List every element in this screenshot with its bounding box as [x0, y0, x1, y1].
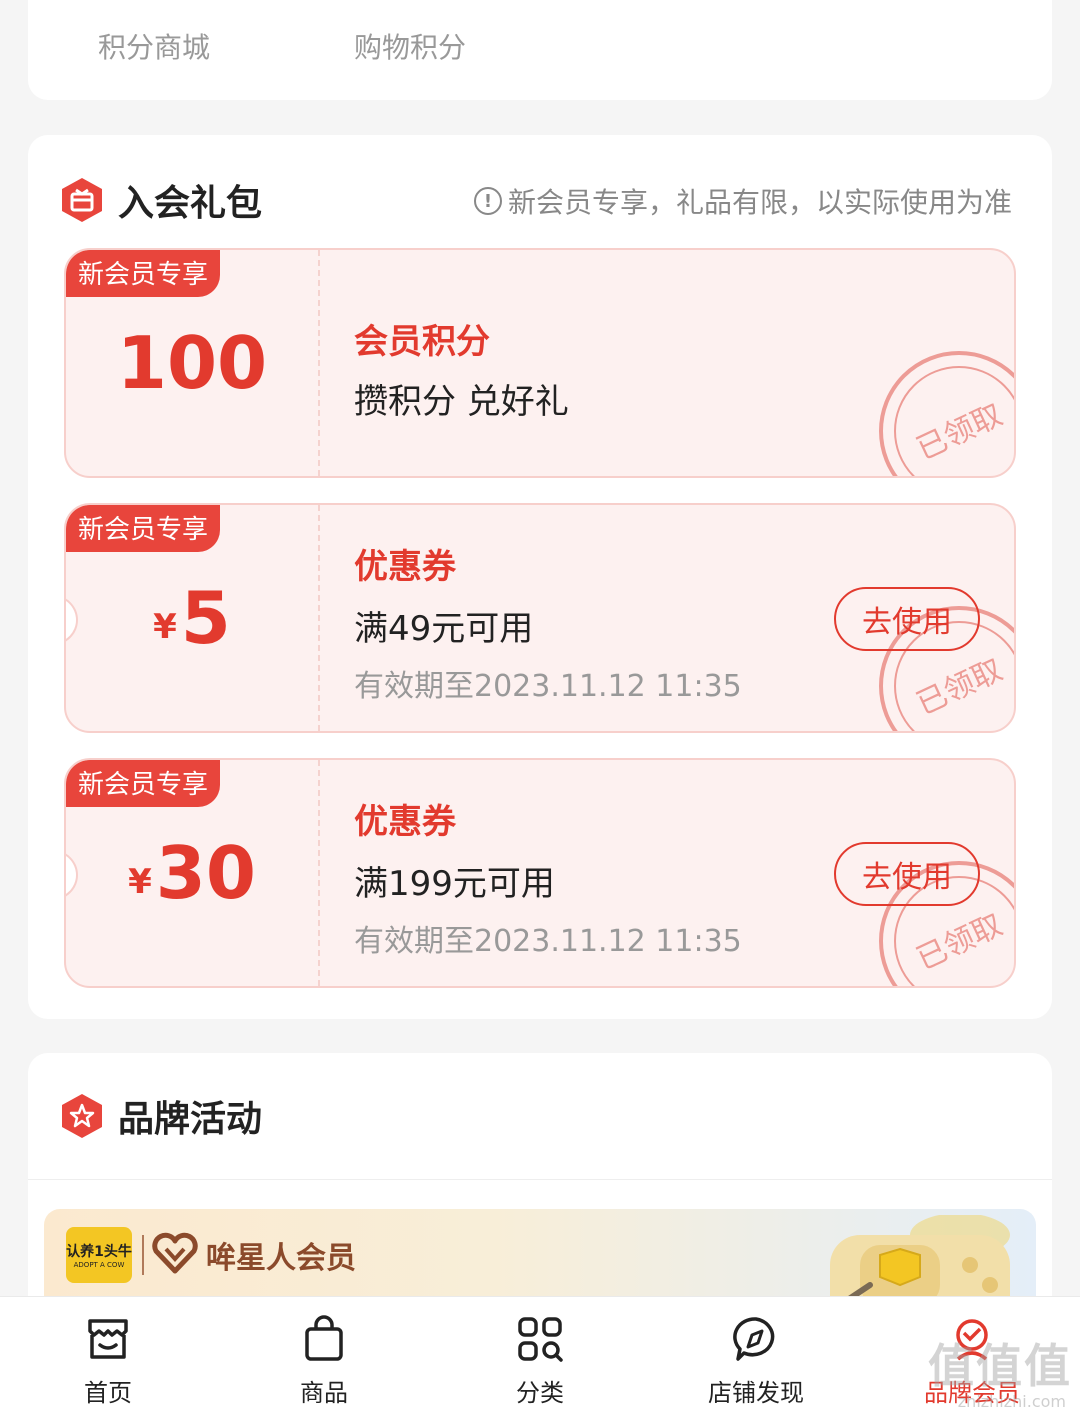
tab-label: 首页	[84, 1379, 132, 1407]
coupon-points: 新会员专享 100 会员积分 攒积分 兑好礼 已领取	[64, 248, 1016, 478]
divider	[28, 1179, 1052, 1180]
use-coupon-button[interactable]: 去使用	[834, 587, 980, 651]
watermark-url: zhizhizhi.com	[957, 1392, 1066, 1411]
join-gift-card: 入会礼包 ! 新会员专享，礼品有限，以实际使用为准 新会员专享 100 会员积分…	[28, 135, 1052, 1019]
coupon-5: 新会员专享 ¥ 5 优惠券 满49元可用 有效期至2023.11.12 11:3…	[64, 503, 1016, 733]
tab-category[interactable]: 分类	[432, 1297, 648, 1416]
bottom-tab-bar: 首页 商品 分类 店铺发现 品牌会员	[0, 1296, 1080, 1416]
banner-title: 哞星人会员	[206, 1241, 356, 1276]
coupon-amount-value: 5	[180, 576, 231, 660]
grid-icon	[518, 1317, 563, 1362]
heart-icon	[152, 1232, 198, 1274]
tab-label: 商品	[300, 1379, 348, 1407]
stamp-text: 已领取	[911, 652, 1007, 722]
tab-products[interactable]: 商品	[216, 1297, 432, 1416]
points-mall-link[interactable]: 积分商城	[98, 26, 210, 66]
brand-section-title: 品牌活动	[118, 1099, 263, 1140]
gift-note: ! 新会员专享，礼品有限，以实际使用为准	[473, 181, 1012, 221]
coupon-desc: 满49元可用	[354, 609, 534, 649]
coupon-expiry: 有效期至2023.11.12 11:35	[354, 924, 742, 959]
stamp-text: 已领取	[911, 907, 1007, 977]
coupon-30: 新会员专享 ¥ 30 优惠券 满199元可用 有效期至2023.11.12 11…	[64, 758, 1016, 988]
banner-separator	[142, 1235, 144, 1275]
gift-note-text: 新会员专享，礼品有限，以实际使用为准	[507, 186, 1012, 219]
coupon-title: 优惠券	[354, 547, 456, 587]
bag-icon	[305, 1315, 343, 1361]
coupon-divider	[318, 505, 320, 731]
coupon-amount-value: 30	[155, 831, 256, 915]
coupon-divider	[318, 250, 320, 476]
coupon-amount: 100	[66, 250, 318, 476]
gift-icon	[60, 177, 104, 223]
currency-symbol: ¥	[153, 607, 177, 647]
coupon-amount-value: 100	[116, 321, 268, 405]
currency-symbol: ¥	[128, 862, 152, 902]
coupon-desc: 满199元可用	[354, 864, 555, 904]
brand-logo-subtext: ADOPT A COW	[73, 1261, 125, 1269]
brand-logo-text: 认养1头牛	[66, 1244, 132, 1260]
coupon-expiry: 有效期至2023.11.12 11:35	[354, 669, 742, 704]
points-card: 积分商城 购物积分	[28, 0, 1052, 100]
info-icon: !	[473, 187, 502, 215]
star-badge-icon	[60, 1093, 104, 1139]
tab-discover[interactable]: 店铺发现	[648, 1297, 864, 1416]
tab-label: 店铺发现	[708, 1379, 804, 1407]
coupon-amount: ¥ 30	[66, 760, 318, 986]
brand-section-header: 品牌活动	[60, 1091, 262, 1141]
tab-label: 分类	[516, 1379, 564, 1407]
stamp-text: 已领取	[911, 397, 1007, 467]
brand-logo: 认养1头牛 ADOPT A COW	[66, 1227, 132, 1283]
claimed-stamp-icon: 已领取	[874, 346, 1014, 476]
use-coupon-button[interactable]: 去使用	[834, 842, 980, 906]
watermark: 值值值	[928, 1339, 1072, 1393]
gift-section-title: 入会礼包	[118, 183, 263, 224]
coupon-amount: ¥ 5	[66, 505, 318, 731]
coupon-desc: 攒积分 兑好礼	[354, 382, 569, 422]
coupon-title: 会员积分	[354, 322, 490, 362]
coupon-divider	[318, 760, 320, 986]
tab-home[interactable]: 首页	[0, 1297, 216, 1416]
discover-icon	[733, 1317, 775, 1361]
shopping-points-link[interactable]: 购物积分	[354, 26, 466, 66]
coupon-title: 优惠券	[354, 802, 456, 842]
gift-section-header: 入会礼包	[60, 175, 262, 225]
home-shop-icon	[88, 1319, 128, 1359]
